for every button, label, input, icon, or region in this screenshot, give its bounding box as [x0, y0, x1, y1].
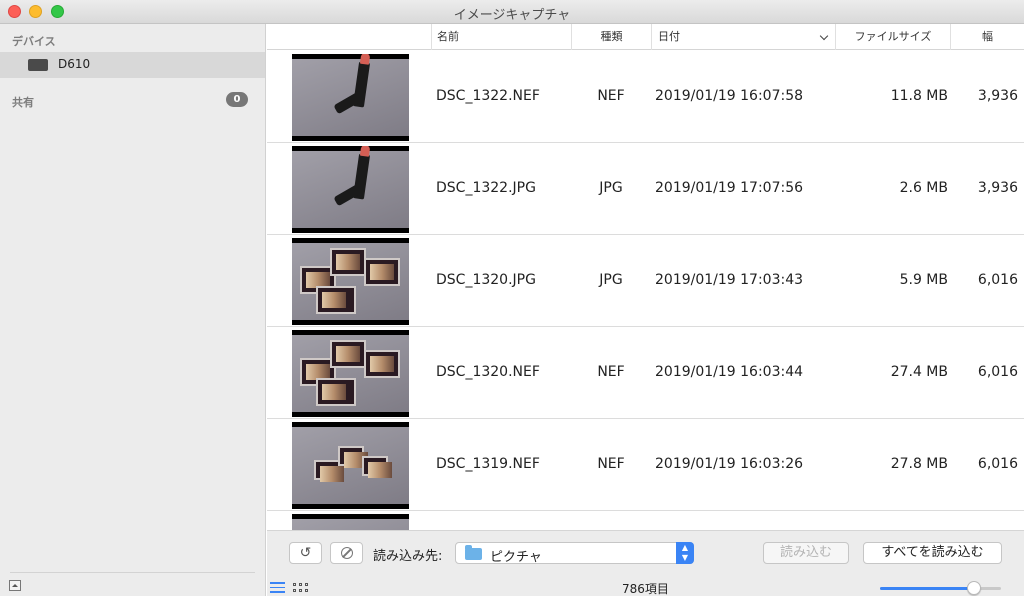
- cell-width: 3,936: [977, 180, 1018, 196]
- title-bar: イメージキャプチャ: [0, 0, 1024, 24]
- slider-fill: [880, 587, 975, 590]
- cell-date: 2019/01/19 17:07:56: [655, 180, 804, 196]
- photo-thumbnail: [292, 146, 409, 233]
- column-header-type[interactable]: 種類: [571, 24, 651, 50]
- cell-date: 2019/01/19 17:03:43: [655, 272, 804, 288]
- column-header-name[interactable]: 名前: [431, 24, 571, 50]
- device-name: D610: [58, 57, 91, 71]
- import-button[interactable]: 読み込む: [763, 542, 849, 564]
- cell-size: 2.6 MB: [899, 180, 948, 196]
- import-destination-select[interactable]: ピクチャ ▲ ▼: [455, 542, 694, 565]
- window-title: イメージキャプチャ: [453, 8, 571, 23]
- table-row[interactable]: DSC_1320.JPG JPG 2019/01/19 17:03:43 5.9 MB…: [267, 235, 1024, 327]
- destination-value: ピクチャ: [490, 550, 542, 565]
- item-count: 786項目: [622, 582, 669, 596]
- prohibited-icon: [341, 547, 353, 559]
- cell-size: 5.9 MB: [899, 272, 948, 288]
- chevron-down-icon: [819, 31, 829, 41]
- table-row[interactable]: DSC_1320.NEF NEF 2019/01/19 16:03:44 27.4 M…: [267, 327, 1024, 419]
- photo-thumbnail: [292, 422, 409, 509]
- rotate-left-icon: ↺: [299, 545, 312, 561]
- cell-size: 27.8 MB: [890, 456, 948, 472]
- cell-type: NEF: [597, 88, 625, 104]
- cell-date: 2019/01/19 16:03:26: [655, 456, 804, 472]
- table-row[interactable]: DSC_1322.JPG JPG 2019/01/19 17:07:56 2.6 MB…: [267, 143, 1024, 235]
- column-header-size[interactable]: ファイルサイズ: [835, 24, 950, 50]
- shared-count-badge: 0: [226, 92, 248, 107]
- photo-thumbnail: [292, 238, 409, 325]
- slider-knob[interactable]: [967, 581, 982, 595]
- cell-size: 27.4 MB: [890, 364, 948, 380]
- grid-view-icon[interactable]: [293, 583, 308, 592]
- cell-type: JPG: [599, 180, 623, 196]
- thumbnail-size-slider[interactable]: [880, 581, 1001, 595]
- cell-width: 3,936: [977, 88, 1018, 104]
- sidebar-item-device[interactable]: D610: [0, 52, 265, 78]
- folder-icon: [465, 545, 482, 560]
- list-view-icon[interactable]: [270, 582, 285, 593]
- cell-type: JPG: [599, 272, 623, 288]
- cell-name: DSC_1322.JPG: [436, 180, 536, 196]
- sidebar: デバイス D610 共有 0: [0, 24, 266, 596]
- cell-name: DSC_1320.NEF: [436, 364, 540, 380]
- devices-heading: デバイス: [12, 35, 56, 48]
- chevron-up-down-icon: ▲ ▼: [676, 542, 694, 564]
- table-header: 名前 種類 日付 ファイルサイズ 幅: [267, 24, 1024, 50]
- import-all-button[interactable]: すべてを読み込む: [863, 542, 1002, 564]
- rotate-button[interactable]: ↺: [289, 542, 322, 564]
- cell-width: 6,016: [977, 456, 1018, 472]
- column-header-date-label: 日付: [658, 30, 680, 43]
- file-table: 名前 種類 日付 ファイルサイズ 幅 DSC_1322.NEF NEF 2019/0…: [267, 24, 1024, 530]
- photo-thumbnail: [292, 54, 409, 141]
- column-header-width[interactable]: 幅: [950, 24, 1024, 50]
- cell-size: 11.8 MB: [890, 88, 948, 104]
- table-row[interactable]: DSC_1322.NEF NEF 2019/01/19 16:07:58 11.8 M…: [267, 51, 1024, 143]
- table-row[interactable]: DSC_1319.NEF NEF 2019/01/19 16:03:26 27.8 M…: [267, 419, 1024, 511]
- cell-name: DSC_1322.NEF: [436, 88, 540, 104]
- photo-thumbnail: [292, 330, 409, 417]
- cell-date: 2019/01/19 16:03:44: [655, 364, 804, 380]
- delete-button[interactable]: [330, 542, 363, 564]
- cell-type: NEF: [597, 456, 625, 472]
- import-to-label: 読み込み先:: [373, 549, 443, 564]
- sidebar-divider: [10, 572, 255, 573]
- photo-thumbnail: [292, 514, 409, 530]
- shared-heading: 共有: [12, 96, 34, 109]
- cell-name: DSC_1319.NEF: [436, 456, 540, 472]
- bottom-toolbar: ↺ 読み込み先: ピクチャ ▲ ▼ 読み込む すべてを読み込む 786項目: [267, 530, 1024, 596]
- cell-name: DSC_1320.JPG: [436, 272, 536, 288]
- cell-date: 2019/01/19 16:07:58: [655, 88, 804, 104]
- cell-width: 6,016: [977, 364, 1018, 380]
- table-row[interactable]: [267, 511, 1024, 530]
- column-header-date[interactable]: 日付: [651, 24, 835, 50]
- cell-type: NEF: [597, 364, 625, 380]
- cell-width: 6,016: [977, 272, 1018, 288]
- eject-icon[interactable]: [9, 580, 21, 591]
- camera-icon: [28, 59, 48, 71]
